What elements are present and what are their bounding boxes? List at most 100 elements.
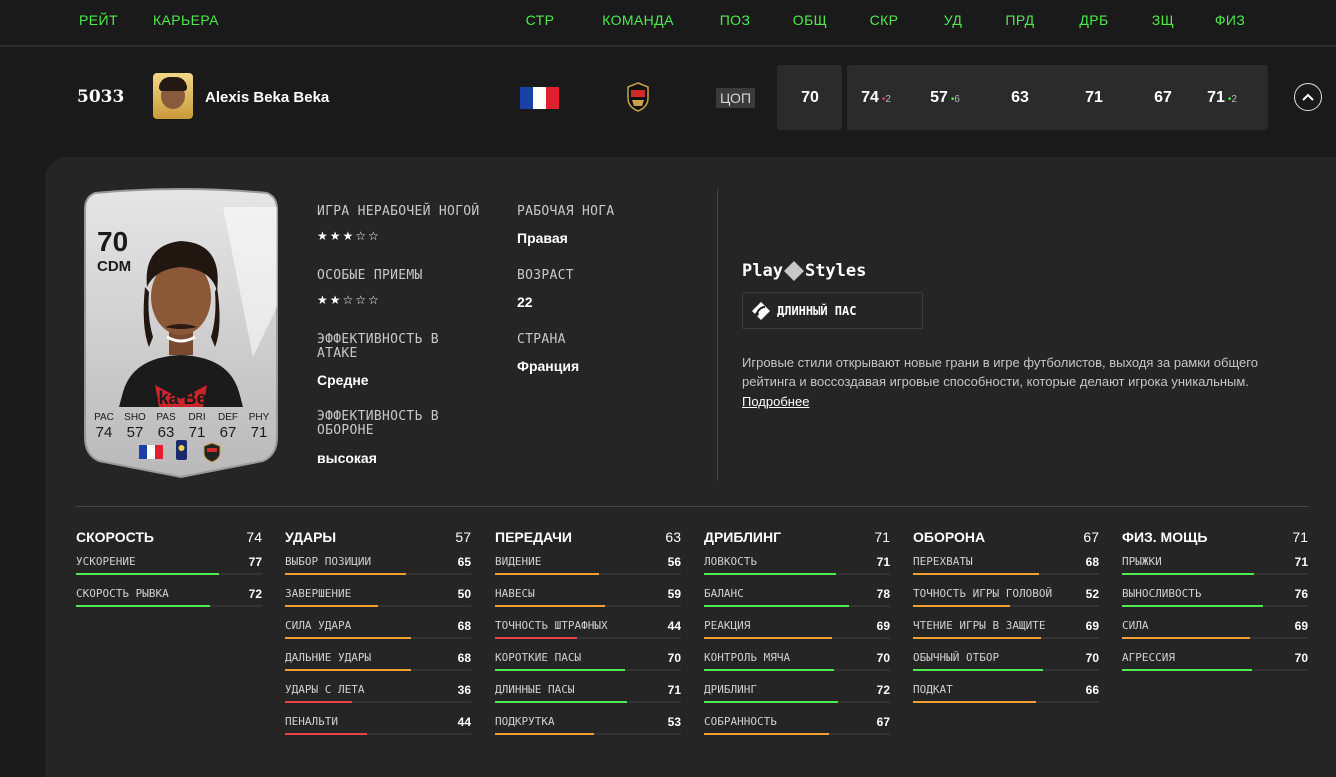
player-row[interactable]: 5033 Alexis Beka Beka ЦОП 70 74 •2 57 •6 63 7… <box>0 49 1336 149</box>
weakfoot-stars: ★★★☆☆ <box>317 229 381 243</box>
stat-physical: 71 •2 <box>1207 89 1237 106</box>
stat-shooting: 57 •6 <box>930 89 960 106</box>
position-badge: ЦОП <box>716 88 756 108</box>
attribute-name: ОБЫЧНЫЙ ОТБОР <box>913 651 1000 664</box>
attribute-bar <box>1122 573 1255 575</box>
col-country[interactable]: СТР <box>526 12 555 28</box>
attribute-bar <box>704 637 833 639</box>
attribute-name: КОНТРОЛЬ МЯЧА <box>704 651 791 664</box>
col-shooting[interactable]: УД <box>944 12 963 28</box>
attribute-bar <box>495 669 626 671</box>
col-dribbling[interactable]: ДРБ <box>1079 12 1108 28</box>
attribute-value: 77 <box>248 555 262 569</box>
attribute-bar <box>285 701 352 703</box>
attribute-bar-track <box>76 573 262 575</box>
attribute-name: КОРОТКИЕ ПАСЫ <box>495 651 582 664</box>
attribute-value: 71 <box>1294 555 1308 569</box>
group-header: ПЕРЕДАЧИ 63 <box>495 529 681 545</box>
attribute-value: 66 <box>1085 683 1099 697</box>
col-team[interactable]: КОМАНДА <box>602 12 674 28</box>
attribute-bar <box>704 701 838 703</box>
attribute-value: 69 <box>1085 619 1099 633</box>
attribute-name: ВИДЕНИЕ <box>495 555 542 568</box>
attribute-name: АГРЕССИЯ <box>1122 651 1175 664</box>
attribute-bar <box>913 701 1036 703</box>
collapse-button[interactable] <box>1294 83 1322 111</box>
playstyles-title: Play Styles <box>742 260 866 282</box>
group-value: 71 <box>874 529 890 545</box>
attribute-row: ДЛИННЫЕ ПАСЫ 71 <box>495 673 681 705</box>
attribute-bar <box>704 605 850 607</box>
group-value: 63 <box>665 529 681 545</box>
attribute-row: ДАЛЬНИЕ УДАРЫ 68 <box>285 641 471 673</box>
group-header: ДРИБЛИНГ 71 <box>704 529 890 545</box>
attribute-value: 71 <box>876 555 890 569</box>
player-name[interactable]: Alexis Beka Beka <box>205 89 329 106</box>
attribute-name: ВЫБОР ПОЗИЦИИ <box>285 555 372 568</box>
attribute-name: СОБРАННОСТЬ <box>704 715 777 728</box>
col-passing[interactable]: ПРД <box>1005 12 1034 28</box>
attribute-group: СКОРОСТЬ 74 УСКОРЕНИЕ 77 СКОРОСТЬ РЫВКА 72 <box>76 529 262 609</box>
chevron-up-icon <box>1302 93 1314 101</box>
col-pace[interactable]: СКР <box>870 12 899 28</box>
preferred-foot-label: РАБОЧАЯ НОГА <box>517 204 615 219</box>
attribute-row: НАВЕСЫ 59 <box>495 577 681 609</box>
attribute-value: 69 <box>1294 619 1308 633</box>
attribute-name: ЗАВЕРШЕНИЕ <box>285 587 352 600</box>
attribute-value: 71 <box>667 683 681 697</box>
attack-workrate-value: Средне <box>317 372 369 388</box>
attribute-value: 68 <box>457 651 471 665</box>
group-value: 71 <box>1292 529 1308 545</box>
card-team-crest-icon <box>203 442 221 463</box>
card-stat-label: DRI <box>188 412 205 423</box>
attribute-bar <box>495 605 605 607</box>
attribute-bar-track <box>285 573 471 575</box>
group-value: 67 <box>1083 529 1099 545</box>
player-avatar <box>153 73 193 119</box>
col-overall[interactable]: ОБЩ <box>793 12 827 28</box>
attribute-row: ДРИБЛИНГ 72 <box>704 673 890 705</box>
team-crest-icon <box>627 82 649 112</box>
col-physical[interactable]: ФИЗ <box>1215 12 1245 28</box>
group-name: ОБОРОНА <box>913 529 986 545</box>
attribute-bar <box>285 637 412 639</box>
card-france-flag-icon <box>139 445 163 459</box>
attribute-bar-track <box>1122 573 1308 575</box>
attribute-bar-track <box>913 701 1099 703</box>
attribute-row: СИЛА 69 <box>1122 609 1308 641</box>
attribute-row: СКОРОСТЬ РЫВКА 72 <box>76 577 262 609</box>
attribute-bar-track <box>913 669 1099 671</box>
attribute-value: 69 <box>876 619 890 633</box>
weakfoot-label: ИГРА НЕРАБОЧЕЙ НОГОЙ <box>317 204 480 219</box>
attribute-row: ВЫБОР ПОЗИЦИИ 65 <box>285 545 471 577</box>
attribute-value: 70 <box>667 651 681 665</box>
playstyle-chip[interactable]: ДЛИННЫЙ ПАС <box>742 292 923 329</box>
learn-more-link[interactable]: Подробнее <box>742 394 809 409</box>
age-value: 22 <box>517 294 533 310</box>
col-position[interactable]: ПОЗ <box>720 12 751 28</box>
country-label: СТРАНА <box>517 332 566 347</box>
diamond-icon <box>783 261 804 281</box>
table-header: РЕЙТ КАРЬЕРА СТР КОМАНДА ПОЗ ОБЩ СКР УД … <box>0 0 1336 47</box>
attribute-value: 59 <box>667 587 681 601</box>
attribute-group: ФИЗ. МОЩЬ 71 ПРЫЖКИ 71 ВЫНОСЛИВОСТЬ 76 СИЛА 69 А… <box>1122 529 1308 673</box>
attribute-value: 53 <box>667 715 681 729</box>
attribute-name: СКОРОСТЬ РЫВКА <box>76 587 169 600</box>
attribute-name: ДЛИННЫЕ ПАСЫ <box>495 683 575 696</box>
attribute-bar <box>76 605 210 607</box>
attribute-bar <box>913 637 1042 639</box>
stat-defending: 67 <box>1154 89 1172 106</box>
attribute-row: ЛОВКОСТЬ 71 <box>704 545 890 577</box>
attribute-bar-track <box>495 701 681 703</box>
col-defending[interactable]: ЗЩ <box>1152 12 1174 28</box>
col-rank[interactable]: РЕЙТ <box>79 12 118 28</box>
attribute-value: 36 <box>457 683 471 697</box>
attribute-row: ПОДКАТ 66 <box>913 673 1099 705</box>
col-career[interactable]: КАРЬЕРА <box>153 12 219 28</box>
attribute-name: ДРИБЛИНГ <box>704 683 757 696</box>
attribute-value: 70 <box>1294 651 1308 665</box>
stat-delta: •2 <box>1227 94 1237 105</box>
playstyles-title-b: Styles <box>804 261 867 281</box>
attribute-bar-track <box>704 733 890 735</box>
group-name: ПЕРЕДАЧИ <box>495 529 572 545</box>
